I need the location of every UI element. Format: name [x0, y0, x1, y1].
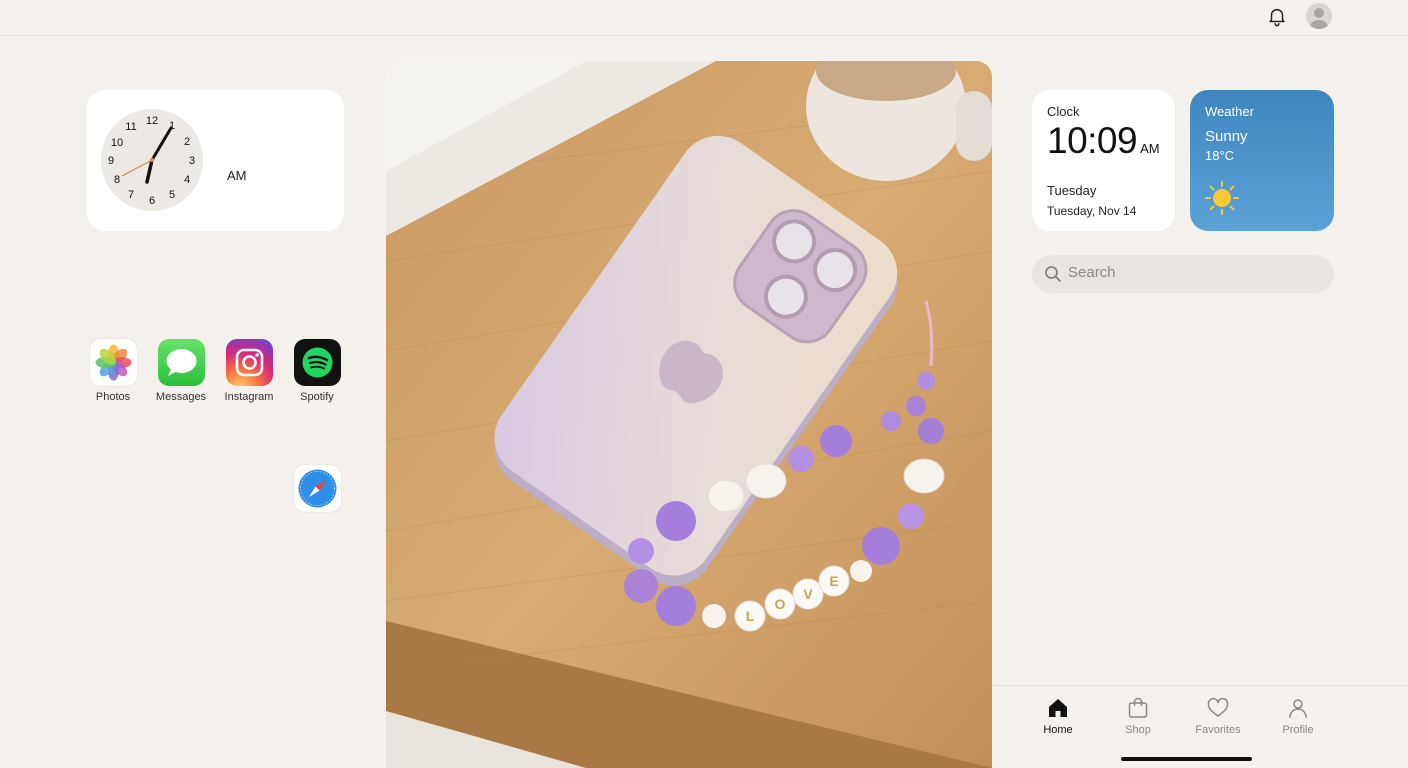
clock-number-8: 8: [114, 174, 120, 186]
svg-text:O: O: [775, 596, 786, 612]
weather-title: Weather: [1205, 104, 1254, 119]
app-label: Photos: [95, 391, 131, 403]
home-indicator: [1121, 757, 1252, 761]
weather-widget[interactable]: Weather Sunny 18°C: [1190, 90, 1334, 231]
weather-temperature: 18°C: [1205, 148, 1235, 163]
clock-number-11: 11: [125, 121, 136, 133]
sun-icon: [1205, 181, 1239, 215]
nav-favorites[interactable]: Favorites: [1183, 696, 1253, 736]
search-bar[interactable]: [1032, 255, 1334, 293]
clock-number-7: 7: [128, 189, 134, 201]
messages-icon: [157, 339, 205, 386]
app-spotify[interactable]: Spotify: [287, 339, 347, 403]
digital-clock-widget[interactable]: Clock 10:09 AM Tuesday Tuesday, Nov 14: [1032, 90, 1175, 231]
svg-text:V: V: [803, 586, 813, 602]
app-instagram[interactable]: Instagram: [219, 339, 279, 403]
app-messages[interactable]: Messages: [151, 339, 211, 403]
home-icon: [1049, 699, 1067, 717]
clock-number-4: 4: [184, 174, 190, 186]
nav-home[interactable]: Home: [1023, 696, 1093, 736]
top-bar: [0, 0, 1408, 36]
clock-number-3: 3: [189, 155, 195, 167]
bottom-nav: Home Shop Favorites Profile: [992, 685, 1408, 768]
avatar[interactable]: [1306, 3, 1332, 29]
search-input[interactable]: [1068, 264, 1318, 281]
nav-shop[interactable]: Shop: [1103, 696, 1173, 736]
clock-date: Tuesday, Nov 14: [1047, 204, 1137, 218]
clock-widget-title: Clock: [1047, 104, 1080, 119]
clock-time-value: 10:09: [1047, 120, 1138, 161]
instagram-icon: [225, 339, 273, 386]
profile-icon: [1289, 699, 1307, 718]
nav-label: Shop: [1125, 724, 1151, 736]
clock-time-ampm: AM: [1140, 141, 1160, 156]
svg-text:E: E: [829, 573, 838, 589]
weather-condition: Sunny: [1205, 128, 1248, 145]
clock-number-2: 2: [184, 136, 190, 148]
nav-label: Profile: [1282, 724, 1314, 736]
svg-text:L: L: [746, 608, 755, 624]
clock-number-9: 9: [108, 155, 114, 167]
photos-icon: [89, 339, 137, 386]
app-label: Spotify: [300, 391, 334, 403]
clock-number-5: 5: [169, 189, 175, 201]
clock-time: 10:09 AM: [1047, 121, 1160, 169]
search-icon: [1045, 266, 1061, 282]
clock-number-6: 6: [149, 195, 155, 207]
nav-profile[interactable]: Profile: [1263, 696, 1333, 736]
clock-ampm: AM: [227, 168, 247, 183]
spotify-icon: [293, 339, 341, 386]
heart-icon: [1207, 697, 1229, 717]
hero-photo: L O V E: [386, 61, 992, 768]
nav-label: Favorites: [1195, 724, 1241, 736]
clock-number-10: 10: [111, 137, 123, 149]
clock-day: Tuesday: [1047, 183, 1097, 198]
analog-clock-widget[interactable]: 12 1 2 3 4 5 6 7 8 9 10 11 AM: [87, 90, 344, 231]
app-label: Instagram: [224, 391, 274, 403]
app-safari[interactable]: [294, 465, 341, 512]
bell-icon[interactable]: [1266, 5, 1288, 27]
safari-icon: [298, 469, 337, 508]
clock-number-12: 12: [146, 115, 158, 127]
app-label: Messages: [155, 391, 207, 403]
app-photos[interactable]: Photos: [83, 339, 143, 403]
nav-label: Home: [1043, 724, 1073, 736]
analog-clock: 12 1 2 3 4 5 6 7 8 9 10 11: [101, 109, 203, 211]
shop-icon: [1128, 697, 1148, 718]
